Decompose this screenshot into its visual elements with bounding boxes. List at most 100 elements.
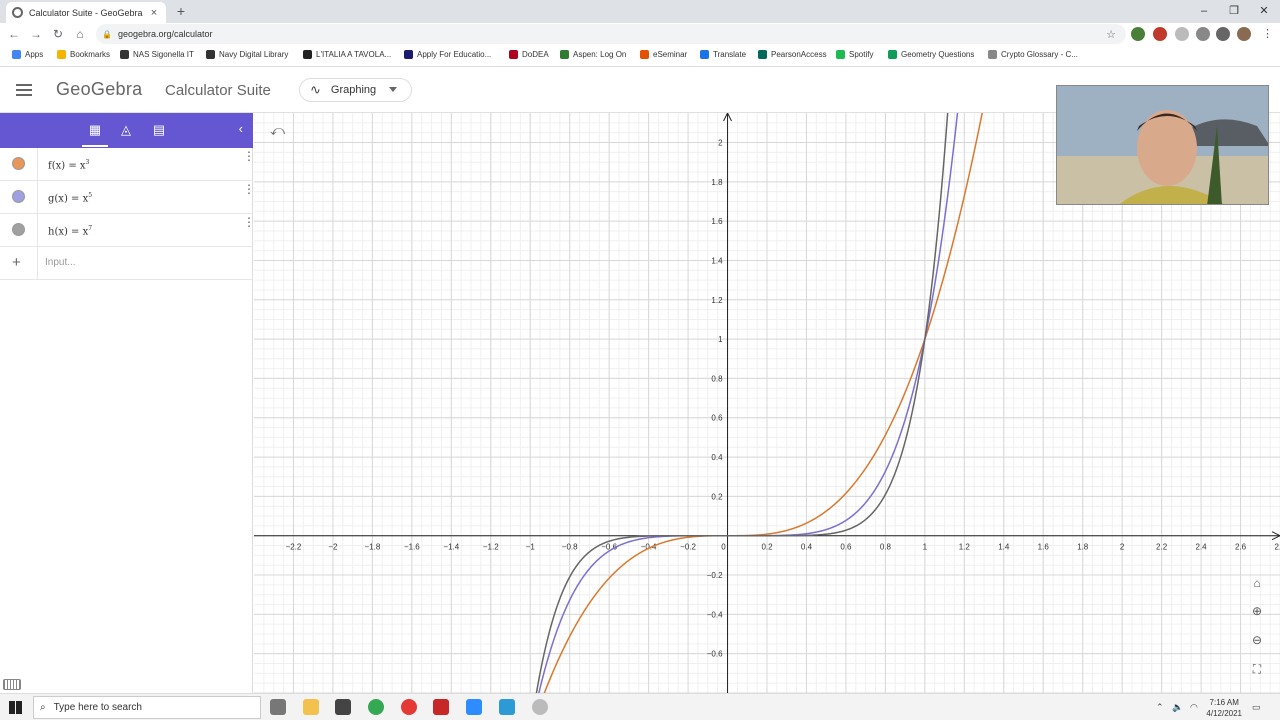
bookmark-favicon-icon [700,50,709,59]
bookmark-item[interactable]: DoDEA [509,50,549,59]
more-options-icon[interactable]: ⋮ [243,150,255,162]
bookmark-item[interactable]: L'ITALIA A TAVOLA... [303,50,391,59]
chrome-app-icon[interactable] [401,699,417,715]
x-tick-label: 1.6 [1038,543,1050,552]
bookmark-favicon-icon [888,50,897,59]
y-tick-label: 0.6 [711,414,723,423]
bookmark-label: Geometry Questions [901,50,975,59]
bookmark-label: Apps [25,50,44,59]
collapse-panel-icon[interactable]: ‹ [239,121,243,136]
zoom-in-icon[interactable]: ⊕ [1248,604,1266,622]
x-tick-label: 2.8 [1274,543,1280,552]
expression-h[interactable]: h(x) = x7 [48,225,92,237]
task-view-icon[interactable] [270,699,286,715]
new-tab-button[interactable]: + [172,2,190,20]
bookmark-item[interactable]: Spotify [836,50,873,59]
table-tab-icon[interactable]: ▤ [150,121,168,139]
visibility-toggle-h[interactable] [12,223,25,236]
x-tick-label: −1.6 [404,543,420,552]
x-tick-label: −0.2 [680,543,696,552]
forward-icon[interactable]: → [25,23,47,45]
extension-icon[interactable] [1153,27,1167,41]
bookmark-item[interactable]: Navy Digital Library [206,50,288,59]
keyboard-icon[interactable] [3,679,21,690]
home-view-icon[interactable]: ⌂ [1248,576,1266,594]
clock-date: 4/12/2021 [1206,709,1242,718]
y-tick-label: 0.4 [711,453,723,462]
restore-icon[interactable]: ❐ [1218,0,1250,22]
bookmark-star-icon[interactable]: ☆ [1106,28,1116,41]
profile-avatar[interactable] [1237,27,1251,41]
bookmark-item[interactable]: Geometry Questions [888,50,974,59]
notepad-app-icon[interactable] [499,699,515,715]
bookmark-item[interactable]: Apply For Educatio... [404,50,491,59]
browser-tab[interactable]: Calculator Suite - GeoGebra × [6,2,166,23]
bookmark-item[interactable]: eSeminar [640,50,687,59]
taskbar-search[interactable]: ⌕ Type here to search [33,696,261,719]
chrome-menu-icon[interactable]: ⋮ [1262,27,1273,40]
bookmark-item[interactable]: PearsonAccess [758,50,827,59]
volume-icon[interactable]: 🔈 [1172,702,1183,713]
bookmarks-bar: Apps Bookmarks NAS Sigonella IT Navy Digita… [0,45,1280,67]
bookmark-item[interactable]: NAS Sigonella IT [120,50,194,59]
tab-close-icon[interactable]: × [148,7,160,19]
input-field[interactable]: Input... [45,257,76,268]
algebra-row-h[interactable]: h(x) = x7 ⋮ [0,214,255,247]
home-icon[interactable]: ⌂ [69,23,91,45]
system-clock[interactable]: 7:16 AM 4/12/2021 [1206,697,1242,719]
more-options-icon[interactable]: ⋮ [243,183,255,195]
visibility-toggle-f[interactable] [12,157,25,170]
windows-start-icon[interactable] [9,701,22,714]
extension-icon[interactable] [1175,27,1189,41]
expression-f[interactable]: f(x) = x3 [48,159,89,171]
minimize-icon[interactable]: – [1188,0,1220,22]
algebra-input-row[interactable]: + Input... [0,247,253,280]
algebra-row-g[interactable]: g(x) = x5 ⋮ [0,181,255,214]
presenter-video-image [1057,86,1268,204]
tray-chevron-icon[interactable]: ⌃ [1156,702,1164,713]
extension-icon[interactable] [1131,27,1145,41]
geogebra-app-icon[interactable] [532,699,548,715]
tools-tab-icon[interactable]: ◬ [117,121,135,139]
file-explorer-icon[interactable] [303,699,319,715]
window-close-icon[interactable]: ✕ [1248,0,1280,22]
y-tick-label: 1.6 [711,217,723,226]
puzzle-extensions-icon[interactable] [1216,27,1230,41]
address-bar[interactable]: 🔒 geogebra.org/calculator ☆ [96,24,1126,44]
x-tick-label: 1.4 [998,543,1010,552]
network-icon[interactable]: ◠ [1190,702,1198,713]
x-tick-label: 1 [923,543,928,552]
bookmark-label: DoDEA [522,50,549,59]
history-icon[interactable] [1196,27,1210,41]
chrome-icon[interactable] [368,699,384,715]
add-icon[interactable]: + [12,254,21,271]
reload-icon[interactable]: ↻ [47,23,69,45]
main-menu-icon[interactable] [16,84,32,96]
y-tick-label: 1.8 [711,178,723,187]
zoom-app-icon[interactable] [466,699,482,715]
bookmark-item[interactable]: Apps [12,50,43,59]
y-tick-label: −0.6 [707,650,723,659]
bookmark-item[interactable]: Aspen: Log On [560,50,626,59]
y-tick-label: 1.2 [711,296,723,305]
expression-g[interactable]: g(x) = x5 [48,192,92,204]
bookmark-item[interactable]: Crypto Glossary - C... [988,50,1078,59]
acrobat-icon[interactable] [433,699,449,715]
more-options-icon[interactable]: ⋮ [243,216,255,228]
bookmark-favicon-icon [560,50,569,59]
bookmark-item[interactable]: Translate [700,50,746,59]
app-selector-dropdown[interactable]: ∿ Graphing [299,78,412,102]
visibility-toggle-g[interactable] [12,190,25,203]
browser-toolbar: ← → ↻ ⌂ 🔒 geogebra.org/calculator ☆ [0,23,1280,45]
bookmark-item[interactable]: Bookmarks [57,50,110,59]
app-icon[interactable] [335,699,351,715]
notification-icon[interactable]: ▭ [1252,702,1261,713]
zoom-out-icon[interactable]: ⊖ [1248,633,1266,651]
back-icon[interactable]: ← [3,23,25,45]
fullscreen-icon[interactable]: ⛶ [1248,662,1266,680]
algebra-row-f[interactable]: f(x) = x3 ⋮ [0,148,255,181]
geogebra-logo[interactable]: GeoGebra [56,79,142,100]
x-tick-label: 0 [721,543,726,552]
undo-icon[interactable]: ⤺ [270,122,285,139]
calculator-tab-icon[interactable]: ▦ [82,121,108,147]
